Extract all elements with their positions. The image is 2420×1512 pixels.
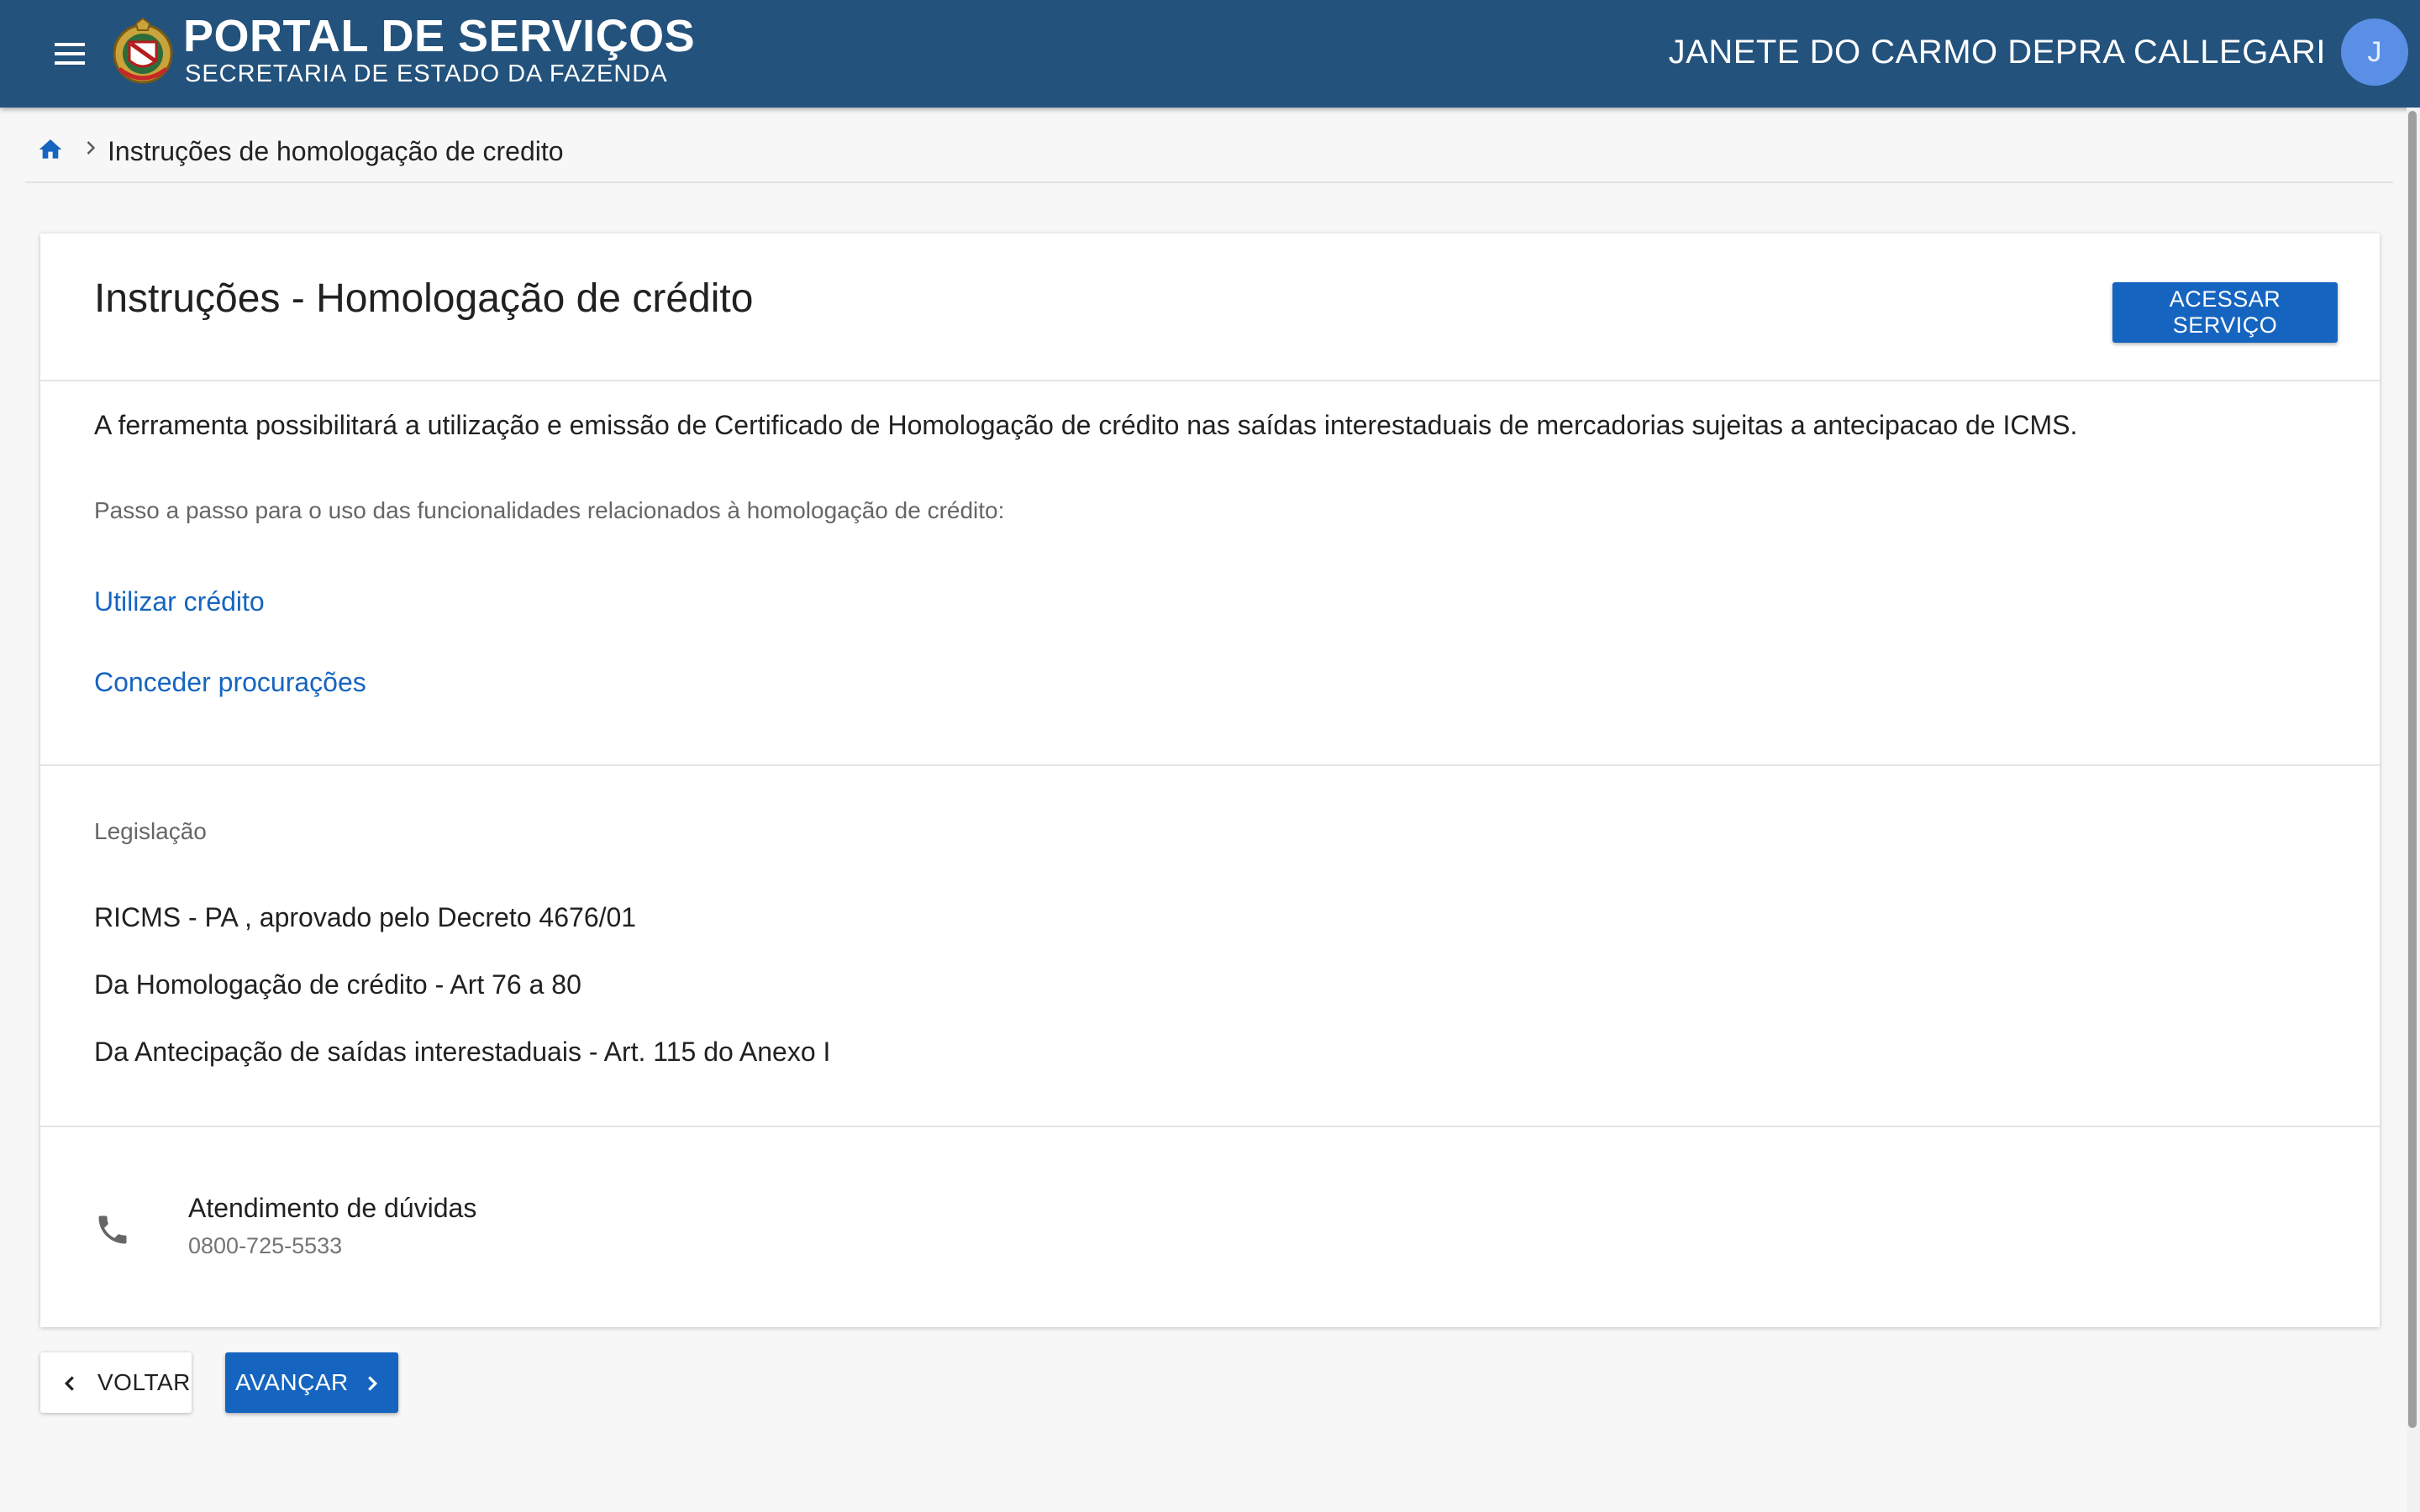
back-button-label: VOLTAR	[97, 1369, 191, 1395]
legislation-item: Da Antecipação de saídas interestaduais …	[94, 1037, 831, 1067]
user-avatar[interactable]: J	[2341, 18, 2408, 86]
chevron-right-icon	[87, 141, 96, 155]
next-button[interactable]: AVANÇAR	[225, 1352, 398, 1413]
service-description: A ferramenta possibilitará a utilização …	[94, 410, 2078, 440]
chevron-right-icon	[368, 1376, 378, 1391]
legislation-item: RICMS - PA , aprovado pelo Decreto 4676/…	[94, 902, 637, 932]
menu-button[interactable]	[40, 29, 99, 79]
link-utilizar-credito[interactable]: Utilizar crédito	[94, 586, 265, 617]
page-title: Instruções - Homologação de crédito	[94, 276, 754, 321]
home-icon[interactable]	[37, 136, 64, 163]
access-service-button[interactable]: ACESSAR SERVIÇO	[2112, 282, 2338, 343]
user-name[interactable]: JANETE DO CARMO DEPRA CALLEGARI	[1669, 34, 2326, 71]
phone-icon	[98, 1215, 127, 1244]
link-conceder-procuracoes[interactable]: Conceder procurações	[94, 667, 366, 698]
instructions-card: Instruções - Homologação de crédito ACES…	[40, 234, 2380, 1327]
card-divider	[40, 764, 2380, 766]
breadcrumb-current-page: Instruções de homologação de credito	[108, 136, 564, 166]
breadcrumb: Instruções de homologação de credito	[25, 126, 2393, 183]
coat-of-arms-logo	[113, 17, 173, 84]
contact-title: Atendimento de dúvidas	[188, 1193, 477, 1223]
card-divider	[40, 1126, 2380, 1127]
portal-title: PORTAL DE SERVIÇOS	[183, 11, 696, 61]
contact-phone-number: 0800-725-5533	[188, 1233, 343, 1258]
next-button-label: AVANÇAR	[235, 1369, 349, 1395]
vertical-scrollbar-thumb[interactable]	[2408, 111, 2417, 1428]
chevron-left-icon	[64, 1376, 74, 1391]
top-app-bar: PORTAL DE SERVIÇOS SECRETARIA DE ESTADO …	[0, 0, 2420, 108]
legislation-item: Da Homologação de crédito - Art 76 a 80	[94, 969, 581, 1000]
menu-icon	[55, 43, 85, 65]
steps-label: Passo a passo para o uso das funcionalid…	[94, 497, 1005, 523]
portal-subtitle: SECRETARIA DE ESTADO DA FAZENDA	[185, 60, 668, 87]
back-button[interactable]: VOLTAR	[40, 1352, 192, 1413]
card-divider	[40, 380, 2380, 381]
legislation-label: Legislação	[94, 818, 207, 844]
